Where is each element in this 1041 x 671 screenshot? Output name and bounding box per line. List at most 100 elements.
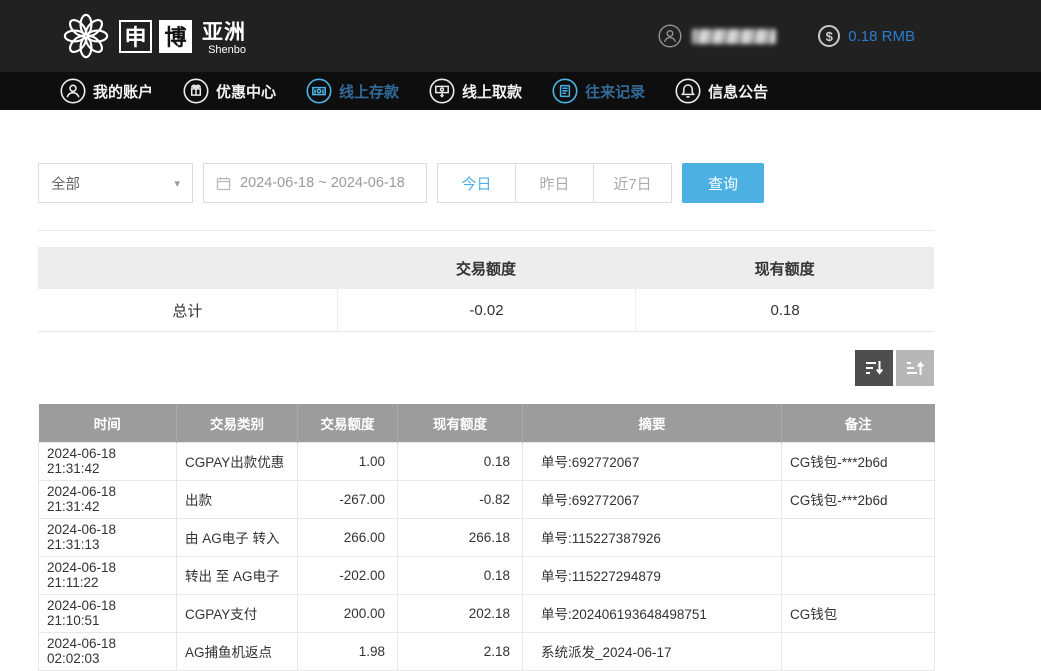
cell-time: 2024-06-18 21:10:51 <box>39 594 177 632</box>
cell-balance: -0.82 <box>398 480 523 518</box>
cell-time: 2024-06-18 21:31:42 <box>39 480 177 518</box>
type-select-value: 全部 <box>51 173 80 194</box>
cell-time: 2024-06-18 21:11:22 <box>39 556 177 594</box>
type-select[interactable]: 全部 ▾ <box>38 163 193 203</box>
query-button[interactable]: 查询 <box>682 163 764 203</box>
col-header-summary: 摘要 <box>523 404 782 442</box>
cell-time: 2024-06-18 21:31:13 <box>39 518 177 556</box>
summary-total-row: 总计 -0.02 0.18 <box>38 289 934 332</box>
cell-note: CG钱包-***2b6d <box>782 480 935 518</box>
last7days-button[interactable]: 近7日 <box>593 163 672 203</box>
date-range-input[interactable]: 2024-06-18 ~ 2024-06-18 <box>203 163 427 203</box>
masked-username <box>692 29 776 44</box>
cell-summary: 单号:692772067 <box>523 480 782 518</box>
cell-summary: 单号:202406193648498751 <box>523 594 782 632</box>
summary-header-row: 交易额度 现有额度 <box>38 247 934 289</box>
cell-type: AG捕鱼机返点 <box>177 632 298 670</box>
nav-label: 优惠中心 <box>216 81 276 102</box>
cell-time: 2024-06-18 21:31:42 <box>39 442 177 480</box>
cell-type: 由 AG电子 转入 <box>177 518 298 556</box>
account-icon <box>60 78 86 104</box>
transactions-table: 时间 交易类别 交易额度 现有额度 摘要 备注 2024-06-18 21:31… <box>38 404 935 671</box>
cell-time: 2024-06-18 02:02:03 <box>39 632 177 670</box>
cell-amount: -267.00 <box>298 480 398 518</box>
cell-type: CGPAY出款优惠 <box>177 442 298 480</box>
withdraw-icon <box>429 78 455 104</box>
nav-label: 我的账户 <box>93 81 153 102</box>
nav-item-records[interactable]: 往来记录 <box>552 78 645 104</box>
header-right: $ 0.18 RMB <box>658 24 915 48</box>
brand-char-shen: 申 <box>119 20 152 53</box>
cell-amount: 266.00 <box>298 518 398 556</box>
col-header-note: 备注 <box>782 404 935 442</box>
nav-label: 线上取款 <box>462 81 522 102</box>
records-icon <box>552 78 578 104</box>
cell-balance: 0.18 <box>398 442 523 480</box>
nav-item-my-account[interactable]: 我的账户 <box>60 78 153 104</box>
cell-balance: 266.18 <box>398 518 523 556</box>
brand-region: 亚洲 <box>202 16 246 46</box>
cell-balance: 202.18 <box>398 594 523 632</box>
nav-label: 线上存款 <box>339 81 399 102</box>
quick-range-group: 今日 昨日 近7日 <box>437 163 672 203</box>
nav-item-promotions[interactable]: 优惠中心 <box>183 78 276 104</box>
balance-amount: 0.18 RMB <box>848 28 915 45</box>
summary-table: 交易额度 现有额度 总计 -0.02 0.18 <box>38 247 934 332</box>
table-header-row: 时间 交易类别 交易额度 现有额度 摘要 备注 <box>39 404 935 442</box>
balance-display[interactable]: $ 0.18 RMB <box>818 25 915 47</box>
col-header-time: 时间 <box>39 404 177 442</box>
sort-asc-button[interactable] <box>896 350 934 386</box>
cell-summary: 系统派发_2024-06-17 <box>523 632 782 670</box>
section-divider <box>38 230 934 231</box>
gift-icon <box>183 78 209 104</box>
summary-header-transaction: 交易额度 <box>337 258 636 279</box>
table-row: 2024-06-18 21:31:13 由 AG电子 转入 266.00 266… <box>39 518 935 556</box>
cell-amount: 200.00 <box>298 594 398 632</box>
cell-balance: 0.18 <box>398 556 523 594</box>
cell-summary: 单号:692772067 <box>523 442 782 480</box>
nav-item-deposit[interactable]: 线上存款 <box>306 78 399 104</box>
cell-summary: 单号:115227387926 <box>523 518 782 556</box>
user-icon <box>658 24 682 48</box>
flower-logo-icon <box>60 10 112 62</box>
cell-type: 转出 至 AG电子 <box>177 556 298 594</box>
bell-icon <box>675 78 701 104</box>
brand-region-block: 亚洲 Shenbo <box>202 16 246 56</box>
summary-header-balance: 现有额度 <box>635 258 934 279</box>
date-range-value: 2024-06-18 ~ 2024-06-18 <box>240 175 405 191</box>
dollar-icon: $ <box>818 25 840 47</box>
summary-balance-total: 0.18 <box>635 289 934 331</box>
cell-note <box>782 518 935 556</box>
cell-type: CGPAY支付 <box>177 594 298 632</box>
sort-desc-button[interactable] <box>855 350 893 386</box>
col-header-type: 交易类别 <box>177 404 298 442</box>
cell-summary: 单号:115227294879 <box>523 556 782 594</box>
top-header: 申 博 亚洲 Shenbo $ 0.18 RMB <box>0 0 1041 72</box>
nav-item-announcements[interactable]: 信息公告 <box>675 78 768 104</box>
cell-amount: 1.00 <box>298 442 398 480</box>
cell-amount: -202.00 <box>298 556 398 594</box>
nav-item-withdraw[interactable]: 线上取款 <box>429 78 522 104</box>
table-row: 2024-06-18 21:31:42 出款 -267.00 -0.82 单号:… <box>39 480 935 518</box>
table-row: 2024-06-18 02:02:03 AG捕鱼机返点 1.98 2.18 系统… <box>39 632 935 670</box>
col-header-amount: 交易额度 <box>298 404 398 442</box>
cell-note <box>782 632 935 670</box>
yesterday-button[interactable]: 昨日 <box>515 163 594 203</box>
chevron-down-icon: ▾ <box>174 177 180 190</box>
table-row: 2024-06-18 21:11:22 转出 至 AG电子 -202.00 0.… <box>39 556 935 594</box>
sort-controls <box>38 350 934 386</box>
deposit-icon <box>306 78 332 104</box>
sort-asc-icon <box>906 360 925 376</box>
filter-bar: 全部 ▾ 2024-06-18 ~ 2024-06-18 今日 昨日 近7日 查… <box>38 163 1041 203</box>
cell-note <box>782 556 935 594</box>
brand-char-bo: 博 <box>159 20 192 53</box>
cell-amount: 1.98 <box>298 632 398 670</box>
table-row: 2024-06-18 21:31:42 CGPAY出款优惠 1.00 0.18 … <box>39 442 935 480</box>
user-account-chip[interactable] <box>658 24 776 48</box>
calendar-icon <box>216 176 231 191</box>
cell-note: CG钱包-***2b6d <box>782 442 935 480</box>
today-button[interactable]: 今日 <box>437 163 516 203</box>
summary-total-label: 总计 <box>38 289 337 331</box>
brand-latin: Shenbo <box>208 44 246 56</box>
sort-desc-icon <box>865 360 884 376</box>
